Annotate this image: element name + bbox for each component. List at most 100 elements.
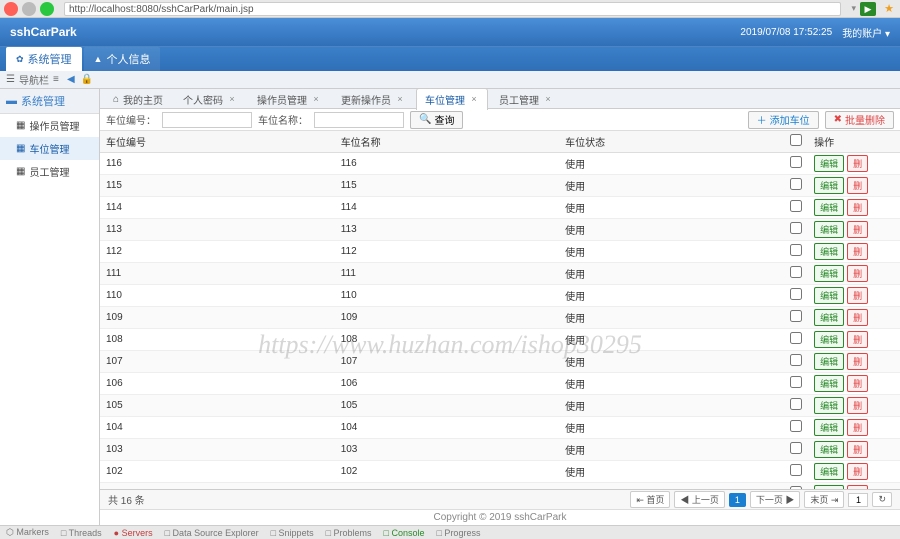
home-icon: ⌂ bbox=[113, 94, 119, 105]
goto-input[interactable] bbox=[848, 493, 868, 507]
nav-refresh-icon[interactable] bbox=[40, 2, 54, 16]
cell-id: 110 bbox=[100, 285, 335, 307]
delete-button[interactable]: 删 bbox=[847, 397, 868, 414]
delete-button[interactable]: 删 bbox=[847, 287, 868, 304]
edit-button[interactable]: 编辑 bbox=[814, 441, 844, 458]
sidebar-title[interactable]: ▬ 系统管理 bbox=[0, 89, 99, 114]
close-icon[interactable]: × bbox=[227, 94, 237, 104]
nav-lock-icon[interactable]: 🔒 bbox=[81, 74, 93, 86]
edit-button[interactable]: 编辑 bbox=[814, 221, 844, 238]
delete-button[interactable]: 删 bbox=[847, 353, 868, 370]
nav-fwd-icon[interactable] bbox=[22, 2, 36, 16]
top-tab-profile[interactable]: ▲ 个人信息 bbox=[84, 47, 161, 71]
row-checkbox[interactable] bbox=[790, 376, 802, 388]
cell-name: 114 bbox=[335, 197, 559, 219]
edit-button[interactable]: 编辑 bbox=[814, 463, 844, 480]
edit-button[interactable]: 编辑 bbox=[814, 331, 844, 348]
delete-button[interactable]: 删 bbox=[847, 309, 868, 326]
collapse-icon[interactable]: ≡ bbox=[53, 74, 59, 85]
delete-button[interactable]: 删 bbox=[847, 463, 868, 480]
row-checkbox[interactable] bbox=[790, 332, 802, 344]
edit-button[interactable]: 编辑 bbox=[814, 397, 844, 414]
col-checkbox[interactable] bbox=[784, 131, 808, 153]
delete-button[interactable]: 删 bbox=[847, 441, 868, 458]
col-status[interactable]: 车位状态 bbox=[559, 131, 783, 153]
row-checkbox[interactable] bbox=[790, 464, 802, 476]
footer: Copyright © 2019 sshCarPark bbox=[100, 509, 900, 525]
nav-back-icon[interactable] bbox=[4, 2, 18, 16]
delete-button[interactable]: 删 bbox=[847, 331, 868, 348]
edit-button[interactable]: 编辑 bbox=[814, 287, 844, 304]
next-page-button[interactable]: 下一页 ▶ bbox=[750, 491, 801, 508]
user-menu[interactable]: 我的账户 ▾ bbox=[842, 25, 890, 40]
table-row: 112112使用编辑删 bbox=[100, 241, 900, 263]
edit-button[interactable]: 编辑 bbox=[814, 265, 844, 282]
row-checkbox[interactable] bbox=[790, 178, 802, 190]
close-icon[interactable]: × bbox=[469, 94, 479, 104]
bookmark-icon[interactable]: ★ bbox=[882, 2, 896, 16]
delete-button[interactable]: 删 bbox=[847, 199, 868, 216]
content-tab[interactable]: 更新操作员× bbox=[332, 88, 414, 110]
content-tab[interactable]: 操作员管理× bbox=[248, 88, 330, 110]
edit-button[interactable]: 编辑 bbox=[814, 419, 844, 436]
delete-button[interactable]: 删 bbox=[847, 243, 868, 260]
content-tab[interactable]: 员工管理× bbox=[490, 88, 562, 110]
cell-id: 106 bbox=[100, 373, 335, 395]
sidebar-item[interactable]: ▦员工管理 bbox=[0, 160, 99, 183]
input-id[interactable] bbox=[162, 112, 252, 128]
row-checkbox[interactable] bbox=[790, 288, 802, 300]
col-name[interactable]: 车位名称 bbox=[335, 131, 559, 153]
last-page-button[interactable]: 末页 ⇥ bbox=[804, 491, 844, 508]
close-icon[interactable]: × bbox=[311, 94, 321, 104]
batch-delete-button[interactable]: ✖ 批量删除 bbox=[825, 111, 894, 129]
check-all[interactable] bbox=[790, 134, 802, 146]
table-row: 102102使用编辑删 bbox=[100, 461, 900, 483]
row-checkbox[interactable] bbox=[790, 200, 802, 212]
prev-page-button[interactable]: ◀ 上一页 bbox=[674, 491, 725, 508]
content-tab[interactable]: 车位管理× bbox=[416, 88, 488, 110]
edit-button[interactable]: 编辑 bbox=[814, 155, 844, 172]
goto-button[interactable]: ↻ bbox=[872, 492, 892, 507]
address-bar[interactable]: http://localhost:8080/sshCarPark/main.js… bbox=[64, 2, 841, 16]
row-checkbox[interactable] bbox=[790, 398, 802, 410]
current-page[interactable]: 1 bbox=[729, 493, 746, 507]
search-button[interactable]: 🔍 查询 bbox=[410, 111, 463, 129]
edit-button[interactable]: 编辑 bbox=[814, 375, 844, 392]
delete-button[interactable]: 删 bbox=[847, 419, 868, 436]
dropdown-icon[interactable]: ▾ bbox=[851, 3, 856, 14]
row-checkbox[interactable] bbox=[790, 354, 802, 366]
edit-button[interactable]: 编辑 bbox=[814, 243, 844, 260]
sidebar-item[interactable]: ▦车位管理 bbox=[0, 137, 99, 160]
row-checkbox[interactable] bbox=[790, 244, 802, 256]
input-name[interactable] bbox=[314, 112, 404, 128]
sidebar-item[interactable]: ▦操作员管理 bbox=[0, 114, 99, 137]
edit-button[interactable]: 编辑 bbox=[814, 309, 844, 326]
delete-button[interactable]: 删 bbox=[847, 155, 868, 172]
browser-bar: http://localhost:8080/sshCarPark/main.js… bbox=[0, 0, 900, 18]
row-checkbox[interactable] bbox=[790, 310, 802, 322]
go-button[interactable]: ▶ bbox=[860, 2, 876, 16]
nav-back-icon[interactable]: ◀ bbox=[65, 74, 77, 86]
add-button[interactable]: ＋ 添加车位 bbox=[748, 111, 819, 129]
delete-button[interactable]: 删 bbox=[847, 177, 868, 194]
edit-button[interactable]: 编辑 bbox=[814, 177, 844, 194]
row-checkbox[interactable] bbox=[790, 156, 802, 168]
first-page-button[interactable]: ⇤ 首页 bbox=[630, 491, 670, 508]
delete-button[interactable]: 删 bbox=[847, 375, 868, 392]
row-checkbox[interactable] bbox=[790, 420, 802, 432]
edit-button[interactable]: 编辑 bbox=[814, 199, 844, 216]
col-id[interactable]: 车位编号 bbox=[100, 131, 335, 153]
cell-id: 104 bbox=[100, 417, 335, 439]
content-tab[interactable]: 个人密码× bbox=[174, 88, 246, 110]
delete-button[interactable]: 删 bbox=[847, 221, 868, 238]
edit-button[interactable]: 编辑 bbox=[814, 353, 844, 370]
content-tab[interactable]: ⌂我的主页 bbox=[104, 88, 172, 110]
close-icon[interactable]: × bbox=[395, 94, 405, 104]
delete-button[interactable]: 删 bbox=[847, 265, 868, 282]
close-icon[interactable]: × bbox=[543, 94, 553, 104]
row-checkbox[interactable] bbox=[790, 442, 802, 454]
row-checkbox[interactable] bbox=[790, 266, 802, 278]
row-checkbox[interactable] bbox=[790, 222, 802, 234]
tabs-bar: ⌂我的主页个人密码×操作员管理×更新操作员×车位管理×员工管理× bbox=[100, 89, 900, 109]
top-tab-system[interactable]: ✿ 系统管理 bbox=[6, 47, 82, 71]
